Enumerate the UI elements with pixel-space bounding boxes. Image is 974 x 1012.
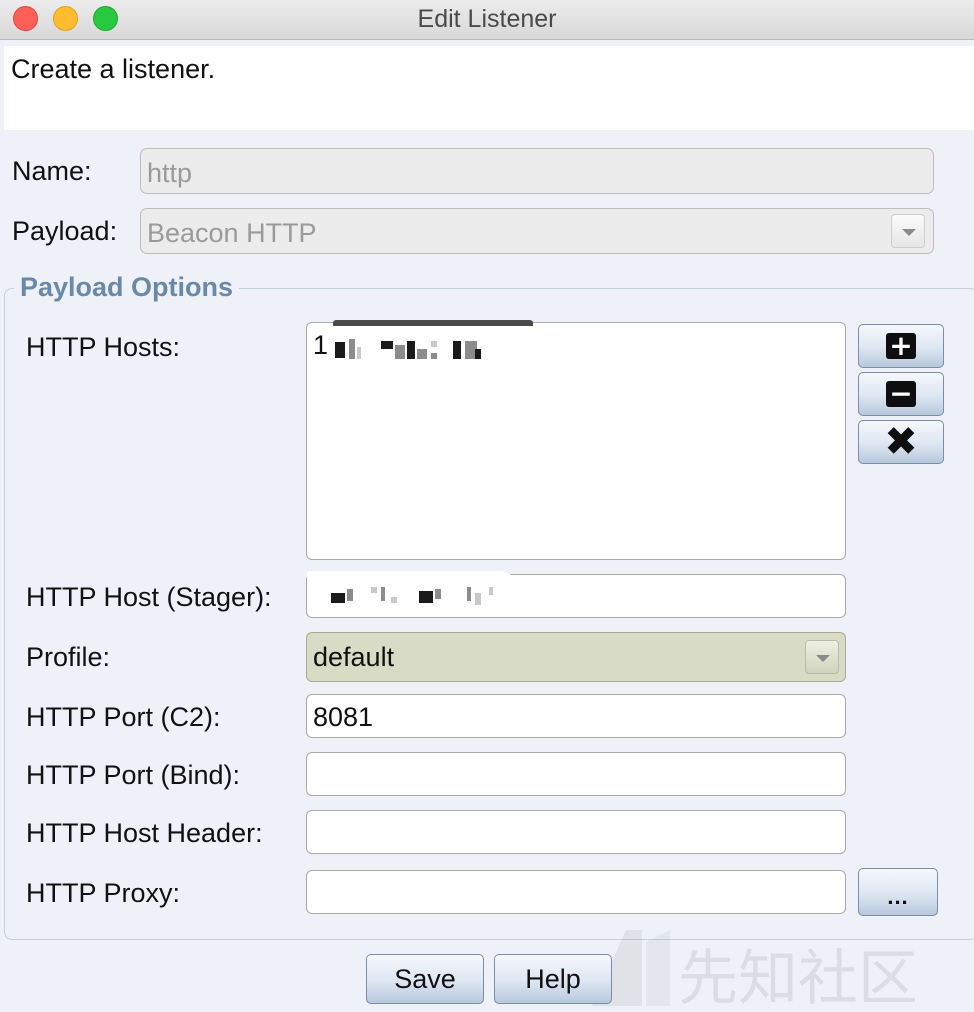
remove-host-button[interactable]: −: [858, 372, 944, 416]
http-port-c2-label: HTTP Port (C2):: [26, 702, 221, 732]
name-label: Name:: [12, 156, 92, 186]
name-value: http: [147, 158, 193, 188]
http-host-header-label: HTTP Host Header:: [26, 818, 263, 848]
chevron-down-icon: [902, 229, 916, 236]
add-host-button[interactable]: +: [858, 324, 944, 368]
clear-hosts-button[interactable]: ✖: [858, 420, 944, 464]
watermark-text: 先知社区: [678, 944, 918, 1012]
http-proxy-label: HTTP Proxy:: [26, 878, 181, 908]
http-host-stager-field[interactable]: [306, 571, 846, 618]
name-field: http: [140, 148, 934, 194]
save-button[interactable]: Save: [366, 954, 484, 1004]
title-bar: Edit Listener: [0, 0, 974, 40]
description-text: Create a listener.: [11, 54, 216, 84]
help-button[interactable]: Help: [494, 954, 612, 1004]
profile-label: Profile:: [26, 642, 111, 672]
profile-value: default: [313, 642, 395, 672]
proxy-button-label: ...: [887, 884, 909, 909]
profile-select[interactable]: default: [306, 632, 846, 682]
http-port-bind-label: HTTP Port (Bind):: [26, 760, 241, 790]
http-host-stager-label: HTTP Host (Stager):: [26, 582, 272, 612]
payload-select: Beacon HTTP: [140, 208, 934, 254]
payload-options-title: Payload Options: [14, 272, 240, 303]
http-host-header-field[interactable]: [306, 810, 846, 854]
payload-value: Beacon HTTP: [147, 218, 317, 248]
window-title: Edit Listener: [417, 5, 557, 33]
http-hosts-redaction-top: [333, 320, 533, 326]
watermark: 先知社区: [586, 922, 946, 1012]
http-proxy-field[interactable]: [306, 870, 846, 914]
chevron-down-icon: [816, 655, 830, 662]
http-hosts-label: HTTP Hosts:: [26, 332, 181, 362]
http-port-bind-field[interactable]: [306, 752, 846, 796]
http-port-c2-field[interactable]: 8081: [306, 694, 846, 738]
payload-label: Payload:: [12, 216, 118, 246]
proxy-settings-button[interactable]: ...: [858, 868, 938, 916]
http-hosts-entry[interactable]: 1: [313, 330, 328, 361]
minus-icon: −: [886, 380, 916, 408]
description-panel: Create a listener.: [4, 46, 974, 130]
http-port-c2-value: 8081: [313, 702, 374, 732]
plus-icon: +: [886, 332, 916, 360]
profile-dropdown-button[interactable]: [805, 640, 839, 674]
payload-dropdown-button: [891, 214, 925, 248]
http-hosts-list[interactable]: 1: [306, 320, 846, 560]
x-icon: ✖: [884, 419, 918, 465]
